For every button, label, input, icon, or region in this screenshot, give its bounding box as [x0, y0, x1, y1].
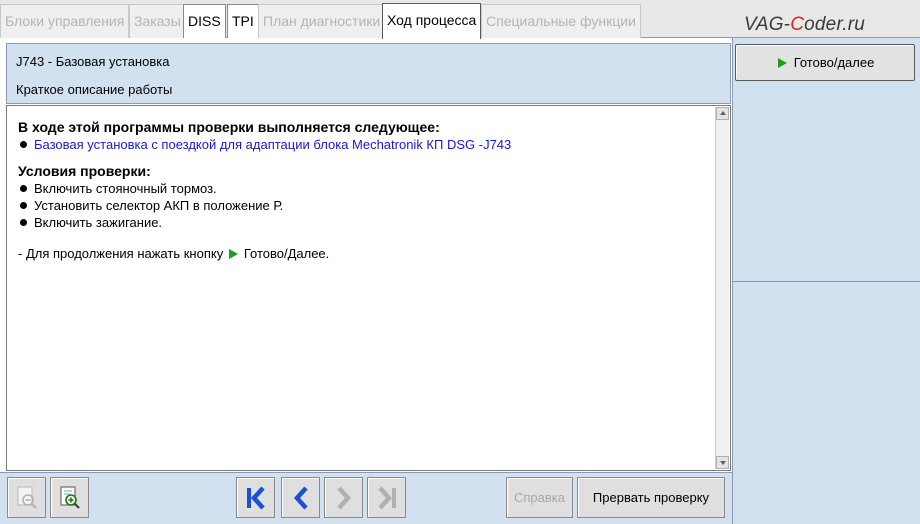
tab-orders[interactable]: Заказы [129, 4, 186, 38]
last-page-button[interactable] [367, 477, 406, 518]
help-button[interactable]: Справка [506, 477, 573, 518]
procedure-subtitle: Краткое описание работы [16, 82, 173, 97]
tab-diagnostic-plan[interactable]: План диагностики [258, 4, 386, 38]
tab-special-functions[interactable]: Специальные функции [481, 4, 641, 38]
done-next-button[interactable]: Готово/далее [735, 44, 915, 81]
zoom-in-button[interactable] [50, 477, 89, 518]
skip-first-icon [247, 486, 265, 510]
bullet-icon [20, 202, 27, 209]
bullet-icon [20, 219, 27, 226]
bottom-toolbar: Справка Прервать проверку [0, 472, 732, 524]
vertical-scrollbar[interactable] [715, 107, 729, 469]
tab-process-flow[interactable]: Ход процесса [382, 3, 482, 39]
zoom-in-icon [60, 486, 80, 509]
tab-control-units[interactable]: Блоки управления [0, 4, 130, 38]
conditions-heading: Условия проверки: [18, 163, 151, 179]
skip-last-icon [378, 486, 396, 510]
continue-note: - Для продолжения нажать кнопку Готово/Д… [18, 246, 330, 261]
tab-tpi[interactable]: TPI [227, 4, 259, 38]
next-button[interactable] [324, 477, 363, 518]
procedure-header: J743 - Базовая установка Краткое описани… [6, 43, 731, 104]
first-page-button[interactable] [236, 477, 275, 518]
tab-diss[interactable]: DISS [183, 4, 226, 38]
bullet-icon [20, 141, 27, 148]
abort-test-button[interactable]: Прервать проверку [577, 477, 725, 518]
list-item: Включить зажигание. [18, 214, 710, 231]
list-item: Установить селектор АКП в положение Р. [18, 197, 710, 214]
right-panel: Готово/далее [732, 38, 920, 524]
chevron-left-icon [293, 486, 308, 510]
instructions-heading: В ходе этой программы проверки выполняет… [18, 119, 440, 135]
list-item: Базовая установка с поездкой для адаптац… [18, 136, 710, 153]
instructions-body: В ходе этой программы проверки выполняет… [18, 119, 710, 262]
zoom-out-button[interactable] [7, 477, 46, 518]
previous-button[interactable] [281, 477, 320, 518]
list-item: Включить стояночный тормоз. [18, 180, 710, 197]
play-arrow-icon [228, 249, 238, 259]
play-arrow-icon [777, 58, 787, 68]
instructions-panel: В ходе этой программы проверки выполняет… [6, 105, 731, 471]
scroll-down-button[interactable] [716, 456, 729, 469]
brand-watermark: VAG-Coder.ru [744, 14, 866, 35]
zoom-out-icon [17, 486, 37, 509]
chevron-right-icon [337, 486, 352, 510]
scroll-up-button[interactable] [716, 107, 729, 120]
panel-divider [733, 281, 920, 282]
procedure-title: J743 - Базовая установка [16, 54, 170, 69]
bullet-icon [20, 185, 27, 192]
tab-bar: Блоки управления Заказы DISS TPI План ди… [0, 0, 920, 39]
